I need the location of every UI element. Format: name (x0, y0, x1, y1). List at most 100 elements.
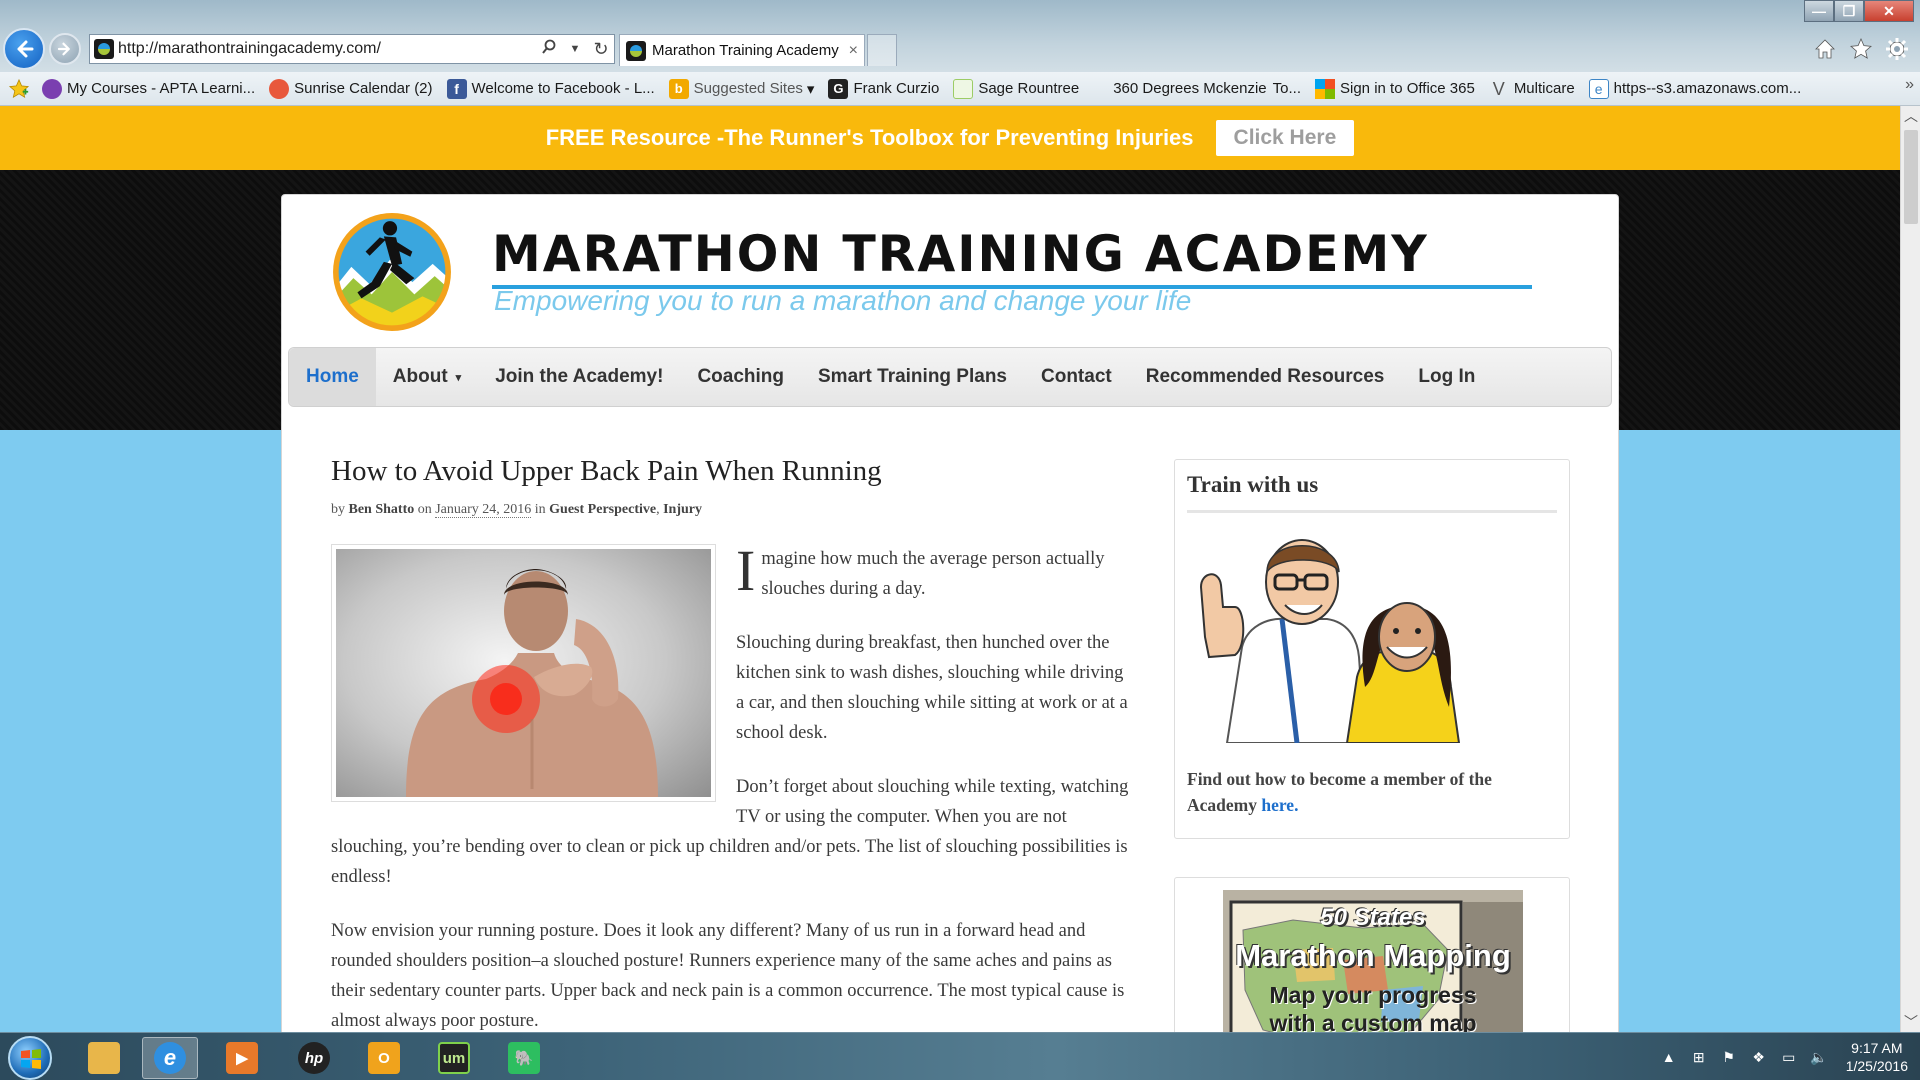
close-window-button[interactable]: ✕ (1864, 0, 1914, 22)
folder-icon (88, 1042, 120, 1074)
windows-logo-icon (21, 1049, 41, 1069)
favorite-apta[interactable]: My Courses - APTA Learni... (42, 78, 255, 99)
category-guest-perspective[interactable]: Guest Perspective (549, 502, 656, 517)
nav-about[interactable]: About ▾ (376, 348, 478, 406)
ie-page-icon: e (1588, 78, 1609, 99)
scroll-up-icon[interactable]: ︿ (1901, 106, 1920, 126)
favorites-overflow-icon[interactable]: » (1905, 76, 1914, 94)
favorite-sage-rountree[interactable]: Sage Rountree (953, 78, 1079, 99)
volume-icon[interactable]: 🔈 (1810, 1048, 1828, 1066)
start-button[interactable] (8, 1036, 52, 1080)
sage-leaf-icon (953, 78, 974, 99)
gear-icon[interactable] (1884, 36, 1910, 62)
nav-label: Smart Training Plans (818, 366, 1007, 387)
runner-logo-icon[interactable] (331, 211, 453, 333)
taskbar-outlook[interactable]: O (356, 1037, 412, 1079)
page-viewport: FREE Resource -The Runner's Toolbox for … (0, 106, 1900, 1032)
address-bar[interactable]: http://marathontrainingacademy.com/ ▼ ↻ (89, 34, 615, 64)
byline-by: by (331, 502, 345, 517)
clock-date: 1/25/2016 (1845, 1058, 1908, 1074)
promo-text[interactable]: FREE Resource -The Runner's Toolbox for … (546, 125, 1194, 151)
nav-recommended-resources[interactable]: Recommended Resources (1129, 348, 1402, 406)
favorite-suggested-sites[interactable]: b Suggested Sites ▾ (668, 78, 814, 99)
widget-text: Find out how to become a member of the A… (1187, 766, 1557, 818)
nav-label: Contact (1041, 366, 1112, 387)
close-icon: ✕ (1883, 2, 1895, 19)
dropdown-icon[interactable]: ▼ (562, 43, 588, 55)
nav-home[interactable]: Home (289, 348, 376, 406)
site-tagline: Empowering you to run a marathon and cha… (494, 285, 1192, 316)
favorite-360-degrees[interactable]: 360 Degrees Mckenzie (1113, 80, 1266, 97)
dropbox-icon[interactable]: ❖ (1750, 1048, 1768, 1066)
system-tray: ▲ ⊞ ⚑ ❖ ▭ 🔈 9:17 AM 1/25/2016 (1660, 1033, 1908, 1080)
forward-button[interactable] (49, 33, 81, 65)
restore-button[interactable]: ❐ (1834, 0, 1864, 22)
coaches-illustration[interactable] (1187, 527, 1483, 744)
home-icon[interactable] (1812, 36, 1838, 62)
click-here-button[interactable]: Click Here (1215, 120, 1355, 156)
windows-update-icon[interactable]: ⊞ (1690, 1048, 1708, 1066)
taskbar-hp[interactable]: hp (286, 1037, 342, 1079)
taskbar-media-player[interactable]: ▶ (214, 1037, 270, 1079)
marathon-mapping-banner[interactable]: 50 States Marathon Mapping Map your prog… (1223, 890, 1523, 1032)
nav-contact[interactable]: Contact (1024, 348, 1129, 406)
add-favorites-icon[interactable] (6, 76, 32, 102)
page-scrollbar[interactable]: ︿ ﹀ (1900, 106, 1920, 1032)
action-center-flag-icon[interactable]: ⚑ (1720, 1048, 1738, 1066)
taskbar-um[interactable]: um (426, 1037, 482, 1079)
taskbar-evernote[interactable]: 🐘 (496, 1037, 552, 1079)
um-icon: um (438, 1042, 470, 1074)
tab-marathon-training-academy[interactable]: Marathon Training Academy × (619, 34, 865, 66)
favorite-label: To... (1272, 80, 1301, 97)
taskbar-internet-explorer[interactable]: e (142, 1037, 198, 1079)
favorite-frank-curzio[interactable]: G Frank Curzio (828, 78, 940, 99)
back-button[interactable] (3, 28, 45, 70)
address-url[interactable]: http://marathontrainingacademy.com/ (118, 40, 536, 58)
favorite-multicare[interactable]: V Multicare (1489, 79, 1575, 99)
tab-close-icon[interactable]: × (849, 42, 858, 60)
favorite-label: https--s3.amazonaws.com... (1613, 80, 1802, 97)
byline-author[interactable]: Ben Shatto (349, 502, 415, 517)
widget-text-body: Find out how to become a member of the A… (1187, 769, 1492, 815)
nav-log-in[interactable]: Log In (1401, 348, 1492, 406)
nav-coaching[interactable]: Coaching (680, 348, 801, 406)
category-injury[interactable]: Injury (663, 502, 702, 517)
favorite-to[interactable]: To... (1273, 80, 1301, 97)
favorite-label: Welcome to Facebook - L... (471, 80, 655, 97)
taskbar-file-explorer[interactable] (76, 1037, 132, 1079)
byline: by Ben Shatto on January 24, 2016 in Gue… (331, 502, 1131, 518)
arrow-left-icon (17, 40, 34, 58)
article-title[interactable]: How to Avoid Upper Back Pain When Runnin… (331, 455, 1131, 488)
scroll-down-icon[interactable]: ﹀ (1901, 1012, 1920, 1032)
favorites-star-icon[interactable] (1848, 36, 1874, 62)
widget-title: Train with us (1187, 472, 1557, 513)
system-clock[interactable]: 9:17 AM 1/25/2016 (1846, 1039, 1908, 1075)
chevron-down-icon: ▾ (455, 371, 462, 384)
windows-taskbar: e ▶ hp O um 🐘 ▲ ⊞ ⚑ ❖ ▭ 🔈 9:17 AM 1/25/2… (0, 1032, 1920, 1080)
map-line-marathon-mapping: Marathon Mapping (1235, 938, 1511, 973)
browser-titlebar: http://marathontrainingacademy.com/ ▼ ↻ … (0, 0, 1920, 80)
scroll-thumb[interactable] (1904, 130, 1918, 224)
minimize-button[interactable]: — (1804, 0, 1834, 22)
byline-separator: , (656, 502, 660, 517)
widget-here-link[interactable]: here. (1261, 795, 1298, 815)
show-hidden-icons[interactable]: ▲ (1660, 1048, 1678, 1066)
nav-join-academy[interactable]: Join the Academy! (478, 348, 680, 406)
train-with-us-widget: Train with us Find out how to become a m… (1174, 459, 1570, 839)
favorite-facebook[interactable]: f Welcome to Facebook - L... (446, 78, 655, 99)
favorite-amazonaws[interactable]: e https--s3.amazonaws.com... (1588, 78, 1802, 99)
favorite-label: Frank Curzio (853, 80, 940, 97)
facebook-icon: f (446, 78, 467, 99)
new-tab-button[interactable] (867, 34, 897, 66)
byline-in: in (534, 502, 546, 517)
favorite-office-365[interactable]: Sign in to Office 365 (1315, 78, 1475, 99)
network-icon[interactable]: ▭ (1780, 1048, 1798, 1066)
browser-tools (1812, 36, 1910, 62)
nav-smart-training-plans[interactable]: Smart Training Plans (801, 348, 1024, 406)
favorite-sunrise[interactable]: Sunrise Calendar (2) (269, 78, 433, 99)
refresh-icon[interactable]: ↻ (588, 39, 614, 60)
arrow-right-icon (57, 42, 70, 56)
search-icon[interactable] (536, 39, 562, 60)
window-controls: — ❐ ✕ (1804, 0, 1914, 22)
site-title[interactable]: MARATHON TRAINING ACADEMY (492, 225, 1429, 283)
